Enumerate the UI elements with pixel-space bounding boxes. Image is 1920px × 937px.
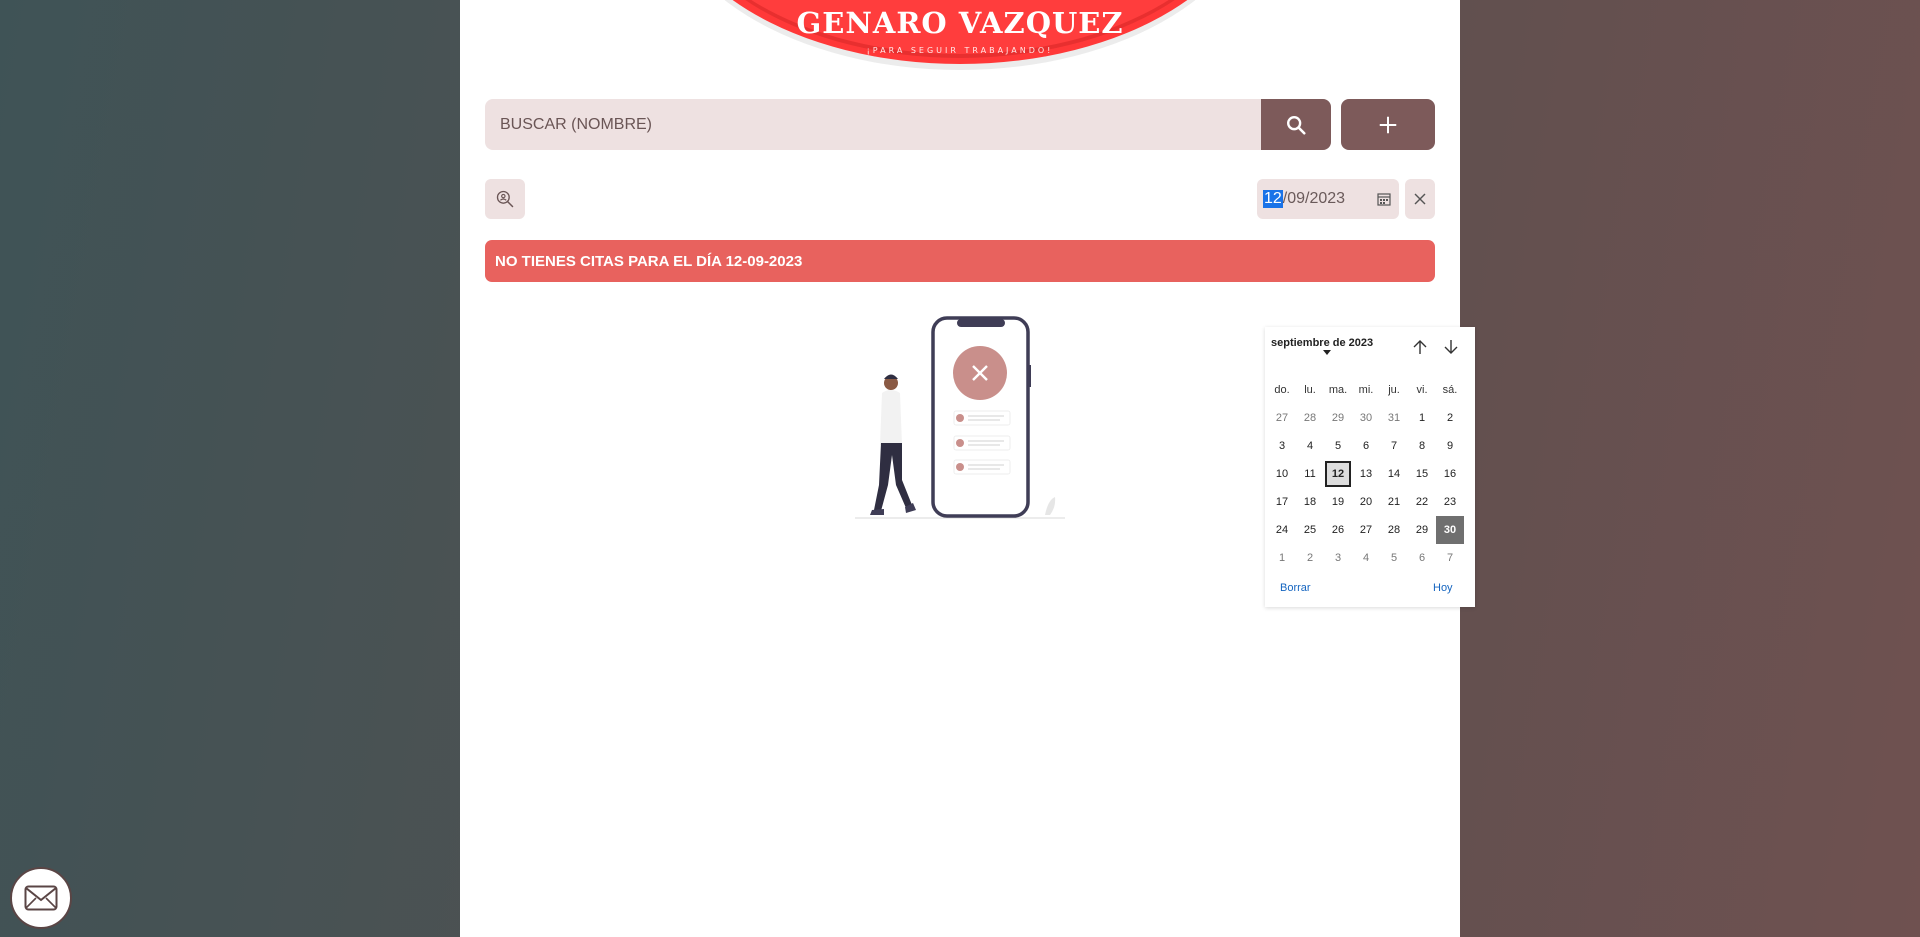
date-input[interactable]: 12 /09/2023 [1257, 179, 1399, 219]
calendar-day[interactable]: 2 [1296, 544, 1324, 572]
date-picker-popup: septiembre de 2023 do. lu. ma. mi. ju. vi. sá.… [1265, 327, 1475, 607]
date-rest-segment[interactable]: /09/2023 [1283, 190, 1345, 208]
calendar-day[interactable]: 7 [1380, 432, 1408, 460]
close-icon [1414, 193, 1426, 205]
calendar-day[interactable]: 15 [1408, 460, 1436, 488]
empty-state-illustration [855, 316, 1065, 519]
weekday-header: do. [1274, 384, 1290, 396]
calendar-day[interactable]: 22 [1408, 488, 1436, 516]
calendar-day[interactable]: 20 [1352, 488, 1380, 516]
today-link[interactable]: Hoy [1433, 582, 1453, 594]
calendar-day[interactable]: 16 [1436, 460, 1464, 488]
calendar-day[interactable]: 4 [1296, 432, 1324, 460]
weekday-header: mi. [1358, 384, 1374, 396]
no-appointments-alert: NO TIENES CITAS PARA EL DÍA 12-09-2023 [485, 240, 1435, 282]
weekday-header: ju. [1388, 384, 1400, 396]
calendar-day[interactable]: 25 [1296, 516, 1324, 544]
weekday-header: vi. [1416, 384, 1428, 396]
calendar-grid: do. lu. ma. mi. ju. vi. sá. 27 28 29 30 31 1 2 3 4 5 6 7 8 9… [1268, 376, 1464, 572]
plus-icon [1379, 116, 1397, 133]
calendar-day[interactable]: 14 [1380, 460, 1408, 488]
calendar-day[interactable]: 27 [1352, 516, 1380, 544]
calendar-day[interactable]: 17 [1268, 488, 1296, 516]
clear-date-button[interactable] [1405, 179, 1435, 219]
calendar-day[interactable]: 1 [1408, 404, 1436, 432]
calendar-day[interactable]: 29 [1324, 404, 1352, 432]
clear-date-link[interactable]: Borrar [1280, 582, 1311, 594]
search-button[interactable] [1261, 99, 1331, 150]
search-input[interactable] [485, 99, 1261, 150]
search-person-button[interactable] [485, 179, 525, 219]
calendar-day[interactable]: 21 [1380, 488, 1408, 516]
calendar-day[interactable]: 28 [1296, 404, 1324, 432]
brand-subtitle: ¡PARA SEGUIR TRABAJANDO! [866, 46, 1054, 55]
calendar-day[interactable]: 5 [1380, 544, 1408, 572]
calendar-day[interactable]: 8 [1408, 432, 1436, 460]
calendar-day[interactable]: 30 [1352, 404, 1380, 432]
calendar-day[interactable]: 31 [1380, 404, 1408, 432]
previous-month-arrow-icon[interactable] [1412, 339, 1428, 355]
calendar-day[interactable]: 23 [1436, 488, 1464, 516]
calendar-day[interactable]: 27 [1268, 404, 1296, 432]
calendar-day[interactable]: 6 [1352, 432, 1380, 460]
calendar-day[interactable]: 29 [1408, 516, 1436, 544]
calendar-day[interactable]: 5 [1324, 432, 1352, 460]
calendar-day[interactable]: 10 [1268, 460, 1296, 488]
month-caret-icon[interactable] [1323, 350, 1331, 355]
calendar-day[interactable]: 19 [1324, 488, 1352, 516]
calendar-day[interactable]: 9 [1436, 432, 1464, 460]
calendar-day[interactable]: 18 [1296, 488, 1324, 516]
calendar-day[interactable]: 26 [1324, 516, 1352, 544]
calendar-day[interactable]: 30 [1436, 516, 1464, 544]
calendar-day[interactable]: 3 [1324, 544, 1352, 572]
weekday-header: ma. [1328, 384, 1348, 396]
add-button[interactable] [1341, 99, 1435, 150]
zoom-person-icon [496, 190, 514, 208]
brand-title: GENARO VAZQUEZ [796, 6, 1124, 40]
search-icon [1287, 115, 1306, 135]
calendar-icon[interactable] [1377, 192, 1391, 206]
alert-text: NO TIENES CITAS PARA EL DÍA 12-09-2023 [495, 252, 803, 270]
calendar-day[interactable]: 2 [1436, 404, 1464, 432]
mail-button[interactable] [10, 867, 72, 929]
month-year-selector[interactable]: septiembre de 2023 [1271, 337, 1373, 349]
calendar-day[interactable]: 6 [1408, 544, 1436, 572]
calendar-day[interactable]: 13 [1352, 460, 1380, 488]
calendar-day[interactable]: 4 [1352, 544, 1380, 572]
date-day-segment[interactable]: 12 [1263, 190, 1283, 208]
calendar-day[interactable]: 12 [1325, 461, 1351, 487]
calendar-day[interactable]: 7 [1436, 544, 1464, 572]
calendar-day[interactable]: 3 [1268, 432, 1296, 460]
calendar-day[interactable]: 24 [1268, 516, 1296, 544]
calendar-day[interactable]: 28 [1380, 516, 1408, 544]
calendar-day[interactable]: 1 [1268, 544, 1296, 572]
weekday-header: lu. [1304, 384, 1316, 396]
weekday-header: sá. [1442, 384, 1458, 396]
calendar-day[interactable]: 11 [1296, 460, 1324, 488]
next-month-arrow-icon[interactable] [1443, 339, 1459, 355]
mail-icon [24, 885, 58, 911]
